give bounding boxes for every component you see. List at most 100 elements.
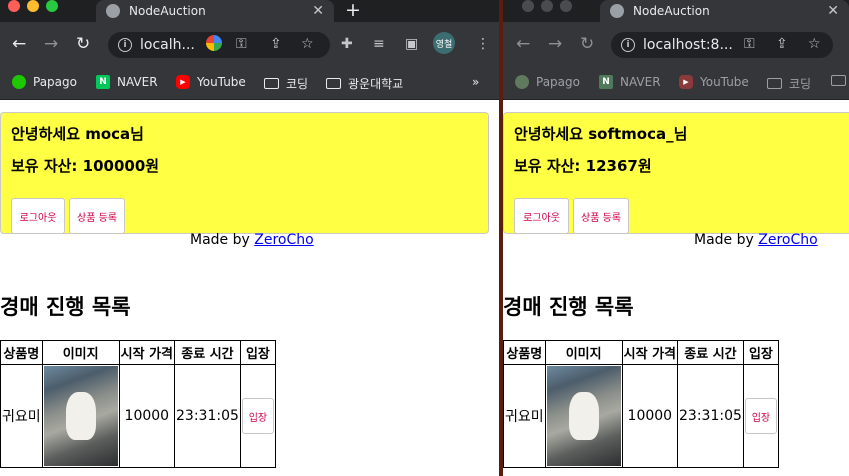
bookmark-papago[interactable]: Papago bbox=[12, 75, 77, 89]
browser-window-left: NodeAuction ✕ + ← → ↻ i localh... ⚿ ⇪ ☆ … bbox=[0, 0, 499, 476]
asset-balance: 보유 자산: 100000원 bbox=[11, 157, 160, 175]
site-info-icon[interactable]: i bbox=[621, 38, 635, 52]
youtube-icon: ▶ bbox=[679, 75, 693, 89]
forward-icon[interactable]: → bbox=[548, 34, 562, 54]
url-text: localhost:8... bbox=[643, 37, 733, 53]
papago-icon bbox=[12, 75, 26, 89]
enter-cell: 입장 bbox=[239, 364, 276, 468]
tab-nodeauction[interactable]: NodeAuction ✕ bbox=[600, 0, 849, 22]
table-header-row: 상품명 이미지 시작 가격 종료 시간 입장 bbox=[503, 340, 779, 365]
register-product-button[interactable]: 상품 등록 bbox=[573, 198, 629, 234]
naver-icon: N bbox=[96, 75, 110, 89]
page-content: 안녕하세요 softmoca_님 보유 자산: 12367원 로그아웃 상품 등… bbox=[503, 101, 849, 476]
header-name: 상품명 bbox=[503, 340, 546, 365]
minimize-window-button[interactable] bbox=[541, 0, 553, 12]
register-product-button[interactable]: 상품 등록 bbox=[69, 198, 125, 234]
reload-icon[interactable]: ↻ bbox=[76, 34, 90, 54]
close-window-button[interactable] bbox=[522, 0, 534, 12]
menu-icon[interactable]: ⋮ bbox=[476, 34, 490, 54]
folder-icon bbox=[831, 75, 846, 86]
key-icon[interactable]: ⚿ bbox=[236, 34, 247, 54]
bookmark-youtube[interactable]: ▶ YouTube bbox=[176, 75, 246, 89]
folder-icon bbox=[767, 78, 782, 89]
new-tab-button[interactable]: + bbox=[345, 0, 361, 20]
greeting: 안녕하세요 softmoca_님 bbox=[514, 125, 688, 143]
google-icon[interactable] bbox=[206, 35, 222, 51]
back-icon[interactable]: ← bbox=[516, 34, 530, 54]
forward-icon[interactable]: → bbox=[44, 34, 58, 54]
side-panel-icon[interactable]: ▣ bbox=[405, 34, 418, 54]
enter-cell: 입장 bbox=[742, 364, 779, 468]
bookmark-folder-kwangwoon[interactable] bbox=[831, 75, 849, 86]
table-row: 귀요미 10000 23:31:05 입장 bbox=[503, 364, 779, 468]
page-content: 안녕하세요 moca님 보유 자산: 100000원 로그아웃 상품 등록 Ma… bbox=[0, 101, 499, 476]
header-image: 이미지 bbox=[41, 340, 120, 365]
table-row: 귀요미 10000 23:31:05 입장 bbox=[0, 364, 276, 468]
product-image bbox=[43, 366, 118, 466]
product-name: 귀요미 bbox=[0, 364, 43, 468]
folder-icon bbox=[264, 78, 279, 89]
bookmarks-bar: Papago N NAVER ▶ YouTube 코딩 bbox=[503, 66, 849, 100]
bookmark-folder-kwangwoon[interactable]: 광운대학교 bbox=[326, 75, 403, 92]
reload-icon[interactable]: ↻ bbox=[580, 34, 594, 54]
start-price: 10000 bbox=[118, 364, 176, 468]
zerocho-link[interactable]: ZeroCho bbox=[758, 232, 817, 248]
zerocho-link[interactable]: ZeroCho bbox=[254, 232, 313, 248]
bookmark-papago[interactable]: Papago bbox=[515, 75, 580, 89]
bookmarks-overflow-button[interactable]: » bbox=[472, 75, 479, 89]
tab-title: NodeAuction bbox=[633, 4, 710, 18]
tab-nodeauction[interactable]: NodeAuction ✕ bbox=[96, 0, 334, 22]
browser-window-right: NodeAuction ✕ ← → ↻ i localhost:8... ⚿ ⇪… bbox=[503, 0, 849, 476]
header-start-price: 시작 가격 bbox=[621, 340, 679, 365]
made-by: Made by ZeroCho bbox=[694, 232, 818, 248]
start-price: 10000 bbox=[621, 364, 679, 468]
extensions-icon[interactable]: ✚ bbox=[341, 34, 353, 54]
window-controls bbox=[8, 0, 58, 12]
site-info-icon[interactable]: i bbox=[118, 38, 132, 52]
share-icon[interactable]: ⇪ bbox=[776, 34, 788, 54]
product-name: 귀요미 bbox=[503, 364, 546, 468]
logout-button[interactable]: 로그아웃 bbox=[11, 198, 65, 234]
tab-title: NodeAuction bbox=[129, 4, 206, 18]
section-title: 경매 진행 목록 bbox=[503, 295, 634, 319]
bookmark-naver[interactable]: N NAVER bbox=[96, 75, 158, 89]
youtube-icon: ▶ bbox=[176, 75, 190, 89]
media-icon[interactable]: ≡ bbox=[373, 34, 385, 54]
zoom-window-button[interactable] bbox=[46, 0, 58, 12]
toolbar: ← → ↻ i localhost:8... ⚿ ⇪ ☆ bbox=[503, 22, 849, 66]
toolbar: ← → ↻ i localh... ⚿ ⇪ ☆ ✚ ≡ ▣ 영철 ⋮ bbox=[0, 22, 499, 66]
bookmark-folder-coding[interactable]: 코딩 bbox=[264, 75, 308, 92]
header-enter: 입장 bbox=[239, 340, 276, 365]
bookmark-star-icon[interactable]: ☆ bbox=[301, 34, 314, 54]
header-end-time: 종료 시간 bbox=[174, 340, 241, 365]
end-time: 23:31:05 bbox=[677, 364, 744, 468]
close-window-button[interactable] bbox=[8, 0, 20, 12]
product-image-cell bbox=[544, 364, 623, 468]
share-icon[interactable]: ⇪ bbox=[270, 34, 282, 54]
close-tab-icon[interactable]: ✕ bbox=[312, 3, 324, 19]
minimize-window-button[interactable] bbox=[27, 0, 39, 12]
header-end-time: 종료 시간 bbox=[677, 340, 744, 365]
close-tab-icon[interactable]: ✕ bbox=[827, 3, 839, 19]
url-text: localh... bbox=[140, 37, 195, 53]
auction-table: 상품명 이미지 시작 가격 종료 시간 입장 귀요미 10000 23:31:0… bbox=[0, 340, 276, 468]
papago-icon bbox=[515, 75, 529, 89]
address-bar[interactable]: i localhost:8... bbox=[611, 32, 833, 58]
product-image bbox=[546, 366, 621, 466]
bookmark-youtube[interactable]: ▶ YouTube bbox=[679, 75, 749, 89]
profile-avatar[interactable]: 영철 bbox=[433, 32, 455, 54]
key-icon[interactable]: ⚿ bbox=[744, 34, 755, 54]
header-image: 이미지 bbox=[544, 340, 623, 365]
bookmarks-bar: Papago N NAVER ▶ YouTube 코딩 광운대학교 » bbox=[0, 66, 499, 100]
section-title: 경매 진행 목록 bbox=[0, 295, 131, 319]
back-icon[interactable]: ← bbox=[12, 34, 26, 54]
end-time: 23:31:05 bbox=[174, 364, 241, 468]
bookmark-naver[interactable]: N NAVER bbox=[599, 75, 661, 89]
enter-button[interactable]: 입장 bbox=[241, 398, 274, 434]
bookmark-star-icon[interactable]: ☆ bbox=[808, 34, 821, 54]
auction-table: 상품명 이미지 시작 가격 종료 시간 입장 귀요미 10000 23:31:0… bbox=[503, 340, 779, 468]
enter-button[interactable]: 입장 bbox=[744, 398, 777, 434]
logout-button[interactable]: 로그아웃 bbox=[514, 198, 569, 234]
bookmark-folder-coding[interactable]: 코딩 bbox=[767, 75, 811, 92]
zoom-window-button[interactable] bbox=[560, 0, 572, 12]
